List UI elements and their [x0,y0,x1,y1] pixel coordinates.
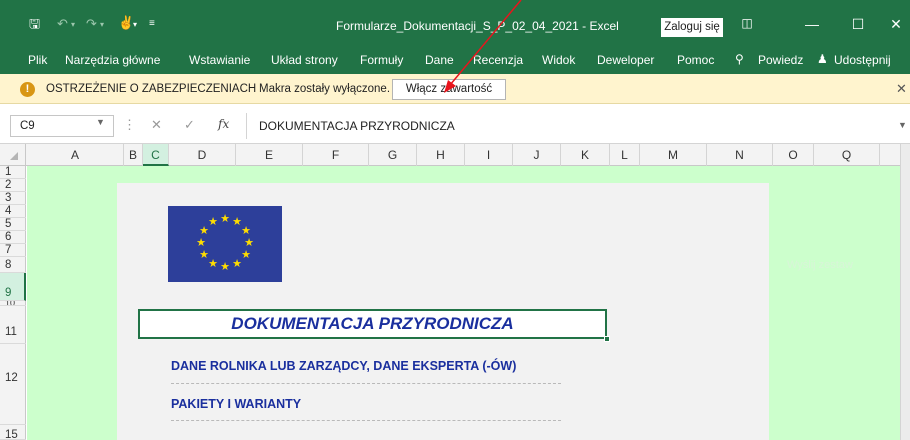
svg-text:★: ★ [199,248,209,261]
svg-text:★: ★ [208,257,218,270]
column-header[interactable]: M [640,144,707,166]
tab-view[interactable]: Widok [542,53,575,67]
watermark-text: Wyślij zestaw [787,259,853,271]
row-header[interactable]: 1 [0,166,26,179]
save-icon[interactable]: 🖫 [29,17,40,31]
eu-flag-logo: ★ ★ ★ ★ ★ ★ ★ ★ ★ ★ ★ ★ [168,206,282,282]
touch-mode-icon[interactable]: ✌ [118,16,134,30]
formula-input[interactable]: DOKUMENTACJA PRZYRODNICZA [247,115,899,137]
svg-text:★: ★ [220,212,230,225]
security-warning-message: Makra zostały wyłączone. [259,83,391,95]
undo-dropdown-icon[interactable]: ▾ [71,18,75,32]
tab-help[interactable]: Pomoc [677,53,714,67]
confirm-entry-icon[interactable]: ✓ [184,117,195,133]
row-header[interactable]: 15 [0,425,26,440]
tab-insert[interactable]: Wstawianie [189,53,250,67]
row-header[interactable]: 5 [0,218,26,231]
tab-developer[interactable]: Deweloper [597,53,654,67]
row-header[interactable]: 12 [0,344,26,425]
column-header[interactable]: I [465,144,513,166]
security-warning-bar: ! OSTRZEŻENIE O ZABEZPIECZENIACH Makra z… [0,74,910,104]
fill-handle[interactable] [604,336,610,342]
dashed-separator [171,383,561,384]
tab-page-layout[interactable]: Układ strony [271,53,338,67]
tell-me-search[interactable]: Powiedz mi [758,53,804,67]
document-title: Formularze_Dokumentacji_S_P_02_04_2021 -… [336,19,619,33]
close-warning-icon[interactable]: ✕ [896,81,907,97]
more-options-icon: ⋮ [123,117,136,132]
svg-text:★: ★ [241,248,251,261]
svg-text:★: ★ [220,260,230,273]
share-user-icon[interactable]: ♟ [817,52,828,66]
dashed-separator [171,420,561,421]
row-header[interactable]: 3 [0,192,26,205]
enable-content-button[interactable]: Włącz zawartość [392,79,506,100]
row-header[interactable]: 8 [0,257,26,273]
tab-data[interactable]: Dane [425,53,454,67]
svg-text:★: ★ [196,236,206,249]
column-header[interactable]: L [610,144,640,166]
row-header[interactable]: 4 [0,205,26,218]
column-header[interactable]: H [417,144,465,166]
column-header[interactable]: A [27,144,124,166]
expand-formula-bar-icon[interactable]: ▼ [898,120,907,130]
column-header-selected[interactable]: C [143,144,169,166]
column-header[interactable]: F [303,144,369,166]
tab-review[interactable]: Recenzja [473,53,523,67]
document-heading: DOKUMENTACJA PRZYRODNICZA [231,314,514,333]
row-headers: 1 2 3 4 5 6 7 8 9 10 11 12 15 [0,166,26,440]
worksheet-grid[interactable]: Wyślij zestaw [27,166,900,440]
column-header[interactable]: Q [814,144,880,166]
svg-text:★: ★ [232,257,242,270]
row-header[interactable]: 6 [0,231,26,244]
column-header[interactable]: G [369,144,417,166]
tab-file[interactable]: Plik [28,53,47,67]
undo-icon[interactable]: ↶ [57,17,68,31]
insert-function-icon[interactable]: fx [218,117,229,131]
column-header[interactable]: N [707,144,773,166]
column-header[interactable]: E [236,144,303,166]
tab-formulas[interactable]: Formuły [360,53,403,67]
lightbulb-icon[interactable]: ⚲ [735,52,744,66]
section-farmer-expert-data[interactable]: DANE ROLNIKA LUB ZARZĄDCY, DANE EKSPERTA… [171,359,516,373]
ribbon-display-options-icon[interactable]: ◫ [732,16,762,30]
customize-qat-icon[interactable]: ≡ [149,17,155,31]
login-button[interactable]: Zaloguj się [661,18,723,37]
touch-dropdown-icon[interactable]: ▾ [133,18,137,32]
name-box-dropdown-icon[interactable]: ▼ [96,117,105,127]
cancel-entry-icon[interactable]: ✕ [151,117,162,133]
column-header[interactable]: D [169,144,236,166]
select-all-button[interactable] [0,144,26,166]
eu-stars-graphic: ★ ★ ★ ★ ★ ★ ★ ★ ★ ★ ★ ★ [196,212,254,273]
redo-dropdown-icon[interactable]: ▾ [100,18,104,32]
vertical-scrollbar[interactable] [900,144,910,440]
row-header-selected[interactable]: 9 [0,273,26,301]
ribbon-tabs: Plik Narzędzia główne Wstawianie Układ s… [0,48,910,74]
maximize-icon[interactable]: ☐ [843,16,873,33]
title-bar: 🖫 ↶ ▾ ↷ ▾ ✌ ▾ ≡ Formularze_Dokumentacji_… [0,0,910,48]
row-header[interactable]: 2 [0,179,26,192]
column-header[interactable]: K [561,144,610,166]
row-header[interactable]: 7 [0,244,26,257]
column-headers: A B C D E F G H I J K L M N O Q [0,144,910,166]
warning-icon: ! [20,82,35,97]
redo-icon[interactable]: ↷ [86,17,97,31]
tab-home[interactable]: Narzędzia główne [65,53,160,67]
column-header[interactable]: O [773,144,814,166]
minimize-icon[interactable]: — [797,16,827,32]
column-header[interactable]: J [513,144,561,166]
row-header[interactable]: 11 [0,306,26,344]
svg-text:★: ★ [208,215,218,228]
section-packages-variants[interactable]: PAKIETY I WARIANTY [171,397,301,411]
formula-bar: C9 ▼ ⋮ ✕ ✓ fx DOKUMENTACJA PRZYRODNICZA … [0,104,910,144]
column-header[interactable]: B [124,144,143,166]
close-icon[interactable]: ✕ [881,16,910,33]
share-button[interactable]: Udostępnij [834,53,891,67]
security-warning-title: OSTRZEŻENIE O ZABEZPIECZENIACH [46,83,257,95]
